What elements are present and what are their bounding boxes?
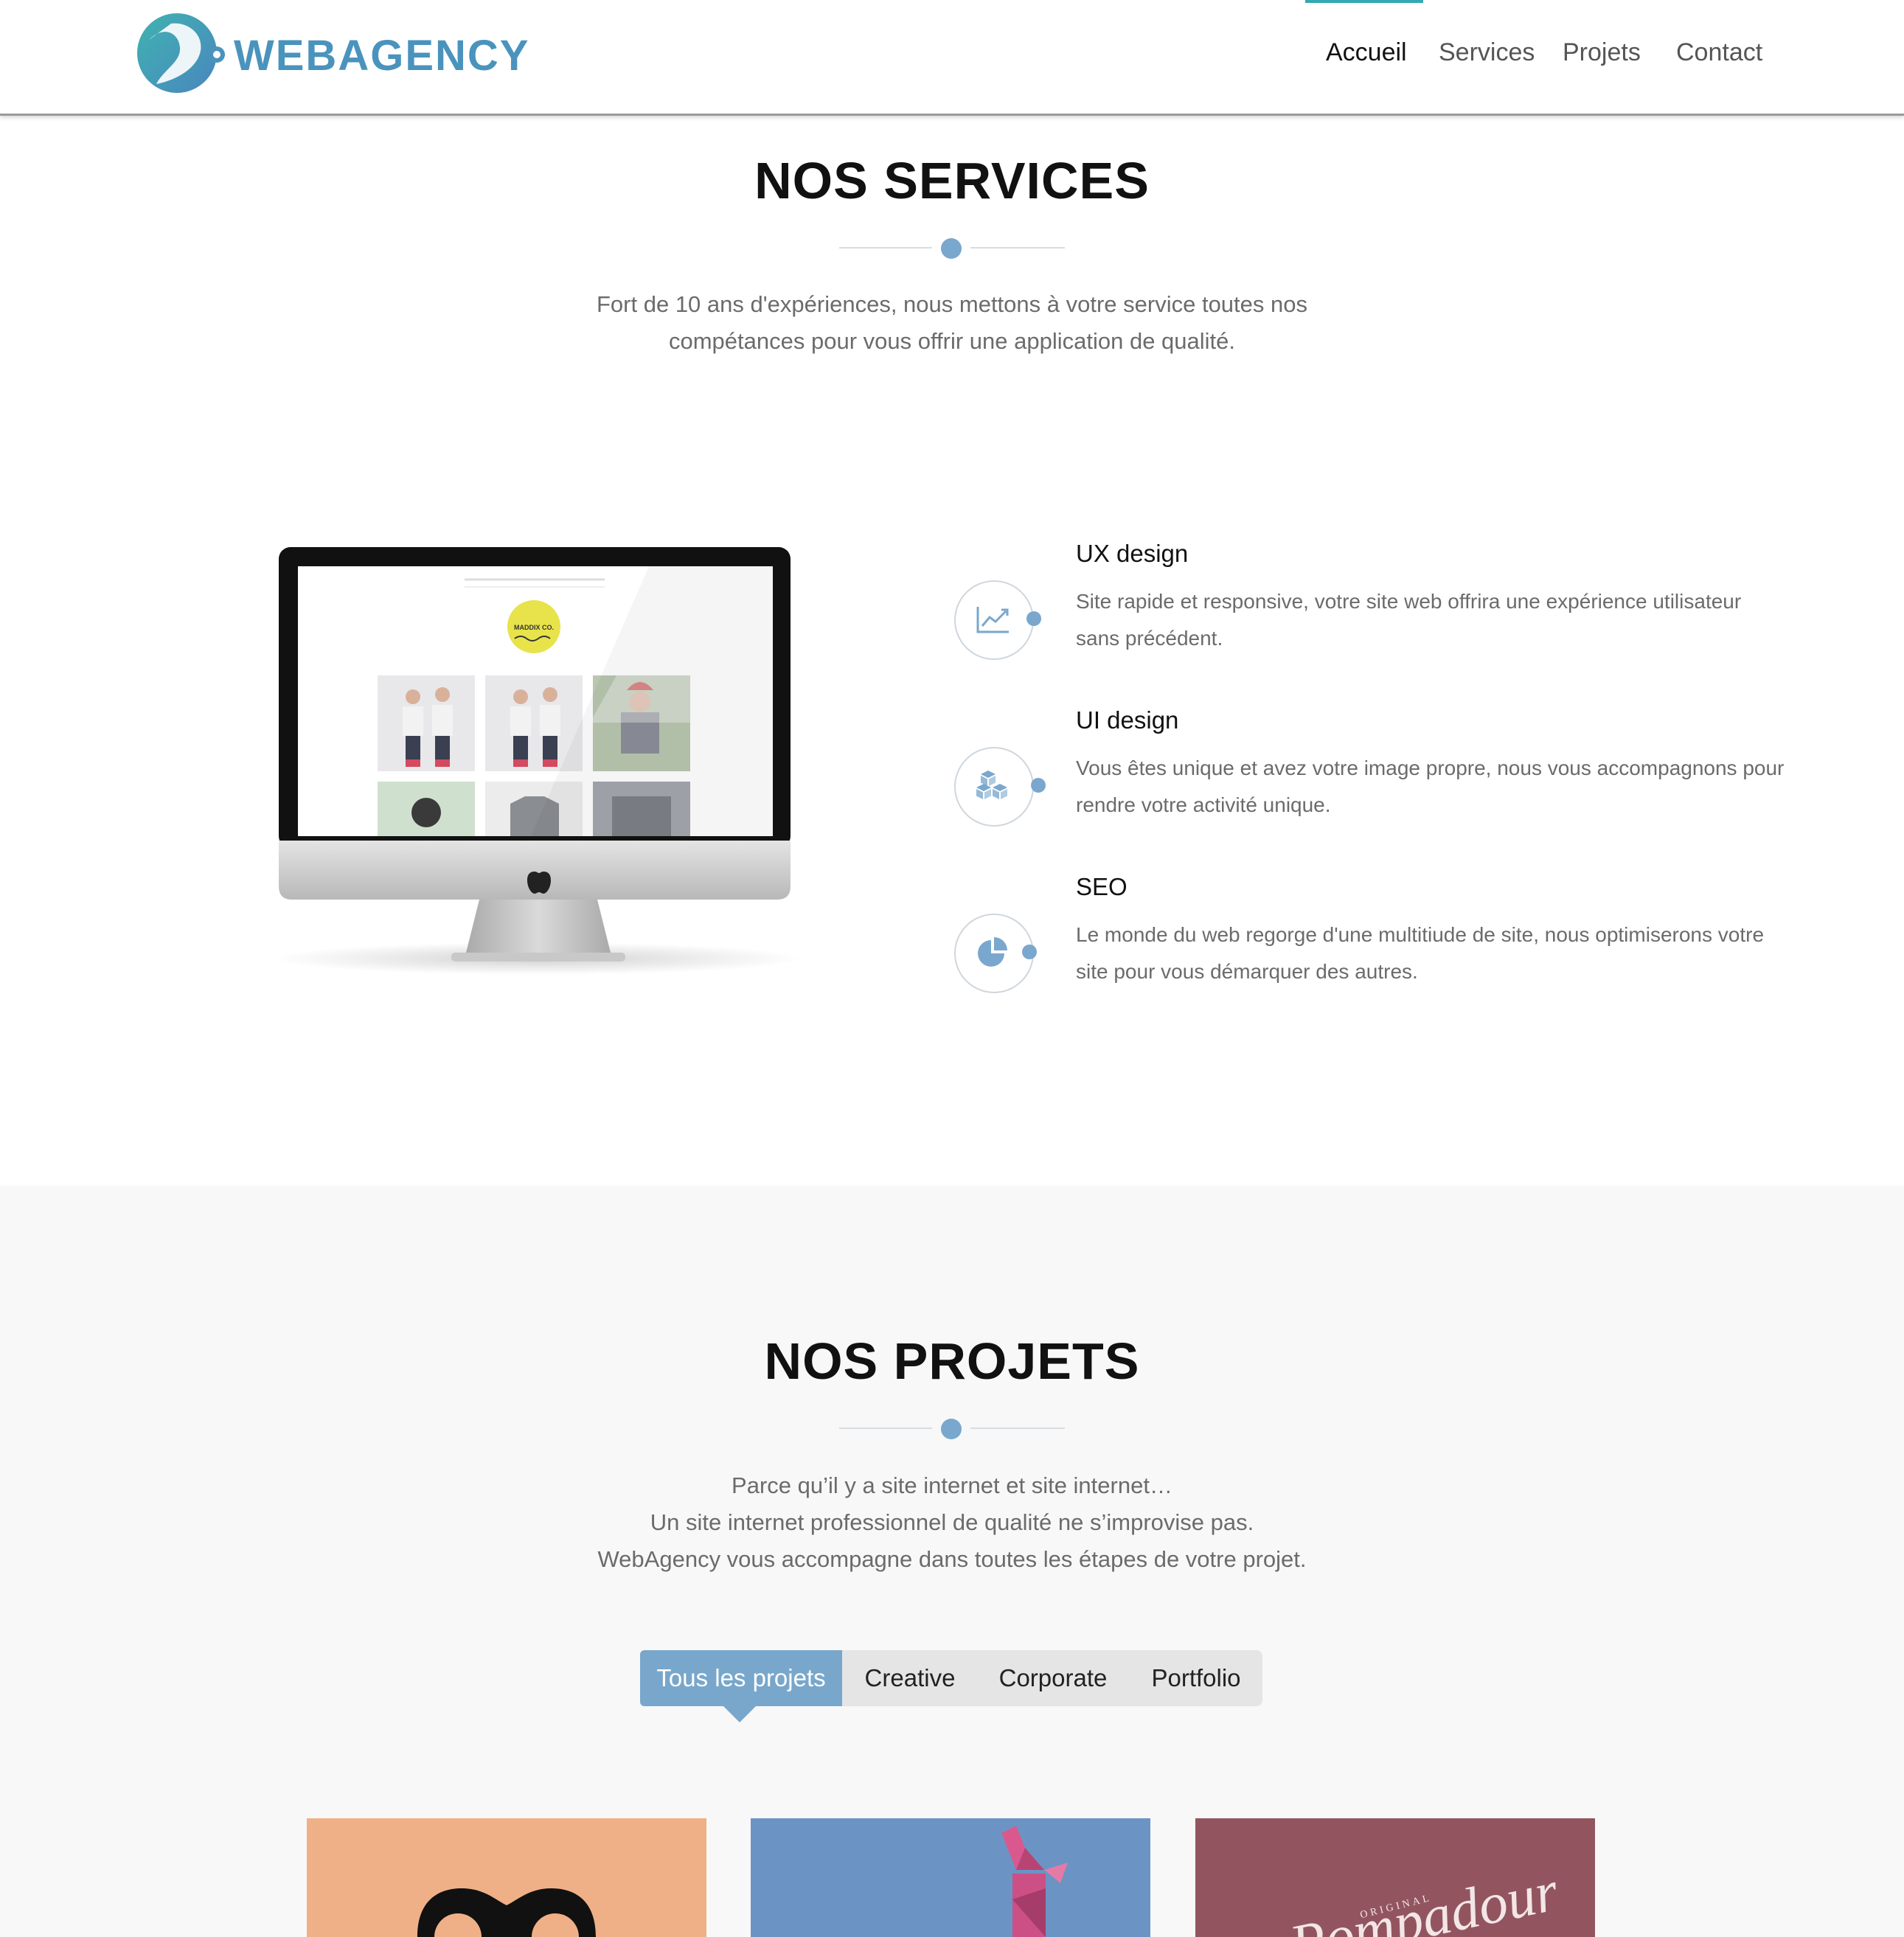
- project-card-3[interactable]: ORIGINAL Pompadour: [1195, 1818, 1595, 1937]
- logo-text: WEBAGENCY: [234, 32, 530, 80]
- nav-contact[interactable]: Contact: [1676, 38, 1762, 67]
- project-filter-bar: Tous les projets Creative Corporate Port…: [640, 1650, 1262, 1706]
- imac-mockup-image: MADDIX CO.: [265, 538, 811, 981]
- service-desc-ux-line-1: Site rapide et responsive, votre site we…: [1076, 590, 1742, 613]
- project-card-1[interactable]: [307, 1818, 706, 1937]
- services-divider: [839, 237, 1065, 259]
- active-nav-indicator: [1305, 0, 1423, 3]
- projects-title: NOS PROJETS: [764, 1332, 1140, 1390]
- nav-services[interactable]: Services: [1439, 38, 1535, 67]
- service-desc-ui-line-2: rendre votre activité unique.: [1076, 793, 1331, 816]
- ux-design-icon-badge: [954, 580, 1043, 661]
- line-chart-icon: [976, 607, 1009, 633]
- service-desc-ux-line-2: sans précédent.: [1076, 627, 1223, 650]
- filter-creative[interactable]: Creative: [849, 1650, 970, 1706]
- origami-rabbit: [1001, 1826, 1068, 1937]
- services-title: NOS SERVICES: [754, 152, 1150, 209]
- filter-tous-les-projets[interactable]: Tous les projets: [640, 1650, 842, 1706]
- projects-lead-line-3: WebAgency vous accompagne dans toutes le…: [597, 1546, 1307, 1572]
- active-filter-arrow: [723, 1706, 756, 1722]
- service-title-seo: SEO: [1076, 873, 1128, 900]
- service-desc-seo-line-1: Le monde du web regorge d'une multitiude…: [1076, 923, 1765, 946]
- projects-divider: [839, 1417, 1065, 1439]
- projects-lead-line-1: Parce qu’il y a site internet et site in…: [732, 1472, 1172, 1498]
- nav-accueil[interactable]: Accueil: [1326, 38, 1407, 67]
- services-lead-line-1: Fort de 10 ans d'expériences, nous metto…: [597, 291, 1307, 317]
- nav-projets[interactable]: Projets: [1563, 38, 1641, 67]
- ui-design-icon-badge: [954, 747, 1046, 828]
- svg-text:Pompadour: Pompadour: [1284, 1858, 1564, 1937]
- pie-chart-icon: [978, 937, 1007, 967]
- filter-portfolio[interactable]: Portfolio: [1136, 1650, 1257, 1706]
- cubes-icon: [976, 771, 1007, 799]
- service-title-ui: UI design: [1076, 706, 1179, 734]
- glasses-illustration: [417, 1888, 596, 1937]
- logo[interactable]: WEBAGENCY: [134, 10, 528, 97]
- services-lead-line-2: compétances pour vous offrir une applica…: [668, 328, 1236, 354]
- site-header: WEBAGENCY Accueil Services Projets Conta…: [0, 0, 1904, 116]
- project-card-2[interactable]: [751, 1818, 1150, 1937]
- logo-icon: [137, 13, 225, 93]
- svg-text:MADDIX CO.: MADDIX CO.: [514, 624, 554, 631]
- filter-corporate[interactable]: Corporate: [979, 1650, 1127, 1706]
- service-desc-seo-line-2: site pour vous démarquer des autres.: [1076, 960, 1418, 983]
- service-desc-ui-line-1: Vous êtes unique et avez votre image pro…: [1076, 757, 1785, 779]
- seo-icon-badge: [954, 914, 1043, 995]
- projects-lead-line-2: Un site internet professionnel de qualit…: [650, 1509, 1254, 1535]
- service-title-ux: UX design: [1076, 540, 1189, 567]
- pompadour-lettering: ORIGINAL Pompadour: [1284, 1858, 1564, 1937]
